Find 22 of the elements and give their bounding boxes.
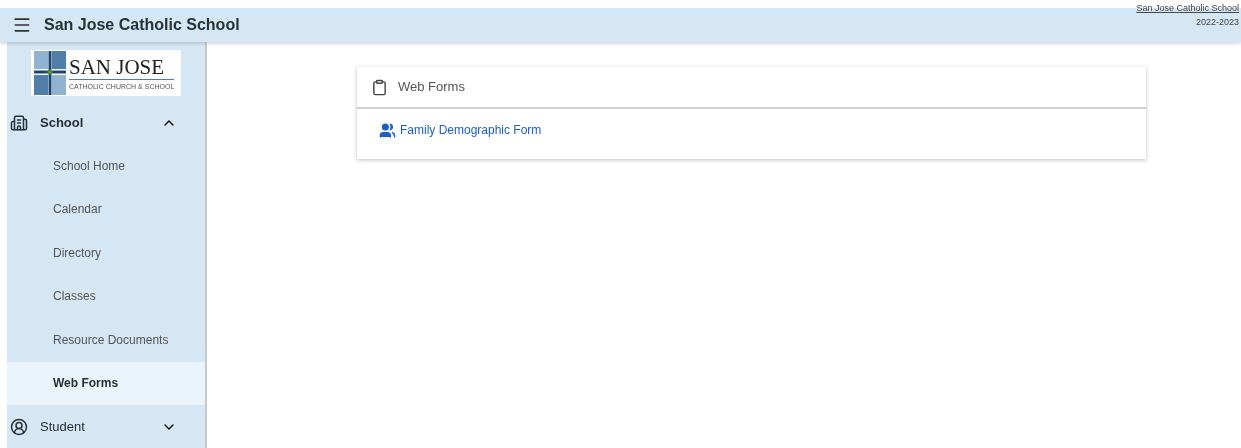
logo-name: SAN JOSE bbox=[69, 55, 166, 79]
sidebar-item[interactable]: Classes bbox=[7, 274, 205, 318]
people-icon bbox=[379, 121, 396, 139]
sidebar-item[interactable]: Resource Documents bbox=[7, 318, 205, 362]
clipboard-icon bbox=[371, 78, 388, 96]
menu-icon[interactable] bbox=[12, 15, 32, 35]
building-icon bbox=[10, 113, 28, 132]
cross-logo-icon bbox=[34, 51, 66, 95]
section-label: Student bbox=[40, 417, 85, 436]
sidebar-section[interactable]: School bbox=[7, 101, 205, 144]
school-link[interactable]: San Jose Catholic School bbox=[1136, 2, 1239, 16]
app-title: San Jose Catholic School bbox=[44, 15, 240, 35]
form-link[interactable]: Family Demographic Form bbox=[379, 121, 1124, 139]
card-title: Web Forms bbox=[398, 78, 465, 97]
person-icon bbox=[10, 417, 28, 436]
sidebar-item[interactable]: Web Forms bbox=[7, 361, 205, 405]
sidebar-section[interactable]: Student bbox=[7, 405, 205, 448]
sidebar-item[interactable]: School Home bbox=[7, 144, 205, 188]
section-label: School bbox=[40, 113, 84, 132]
sidebar-item[interactable]: Directory bbox=[7, 231, 205, 275]
sidebar-item[interactable]: Calendar bbox=[7, 187, 205, 231]
school-year: 2022-2023 bbox=[1195, 15, 1239, 29]
